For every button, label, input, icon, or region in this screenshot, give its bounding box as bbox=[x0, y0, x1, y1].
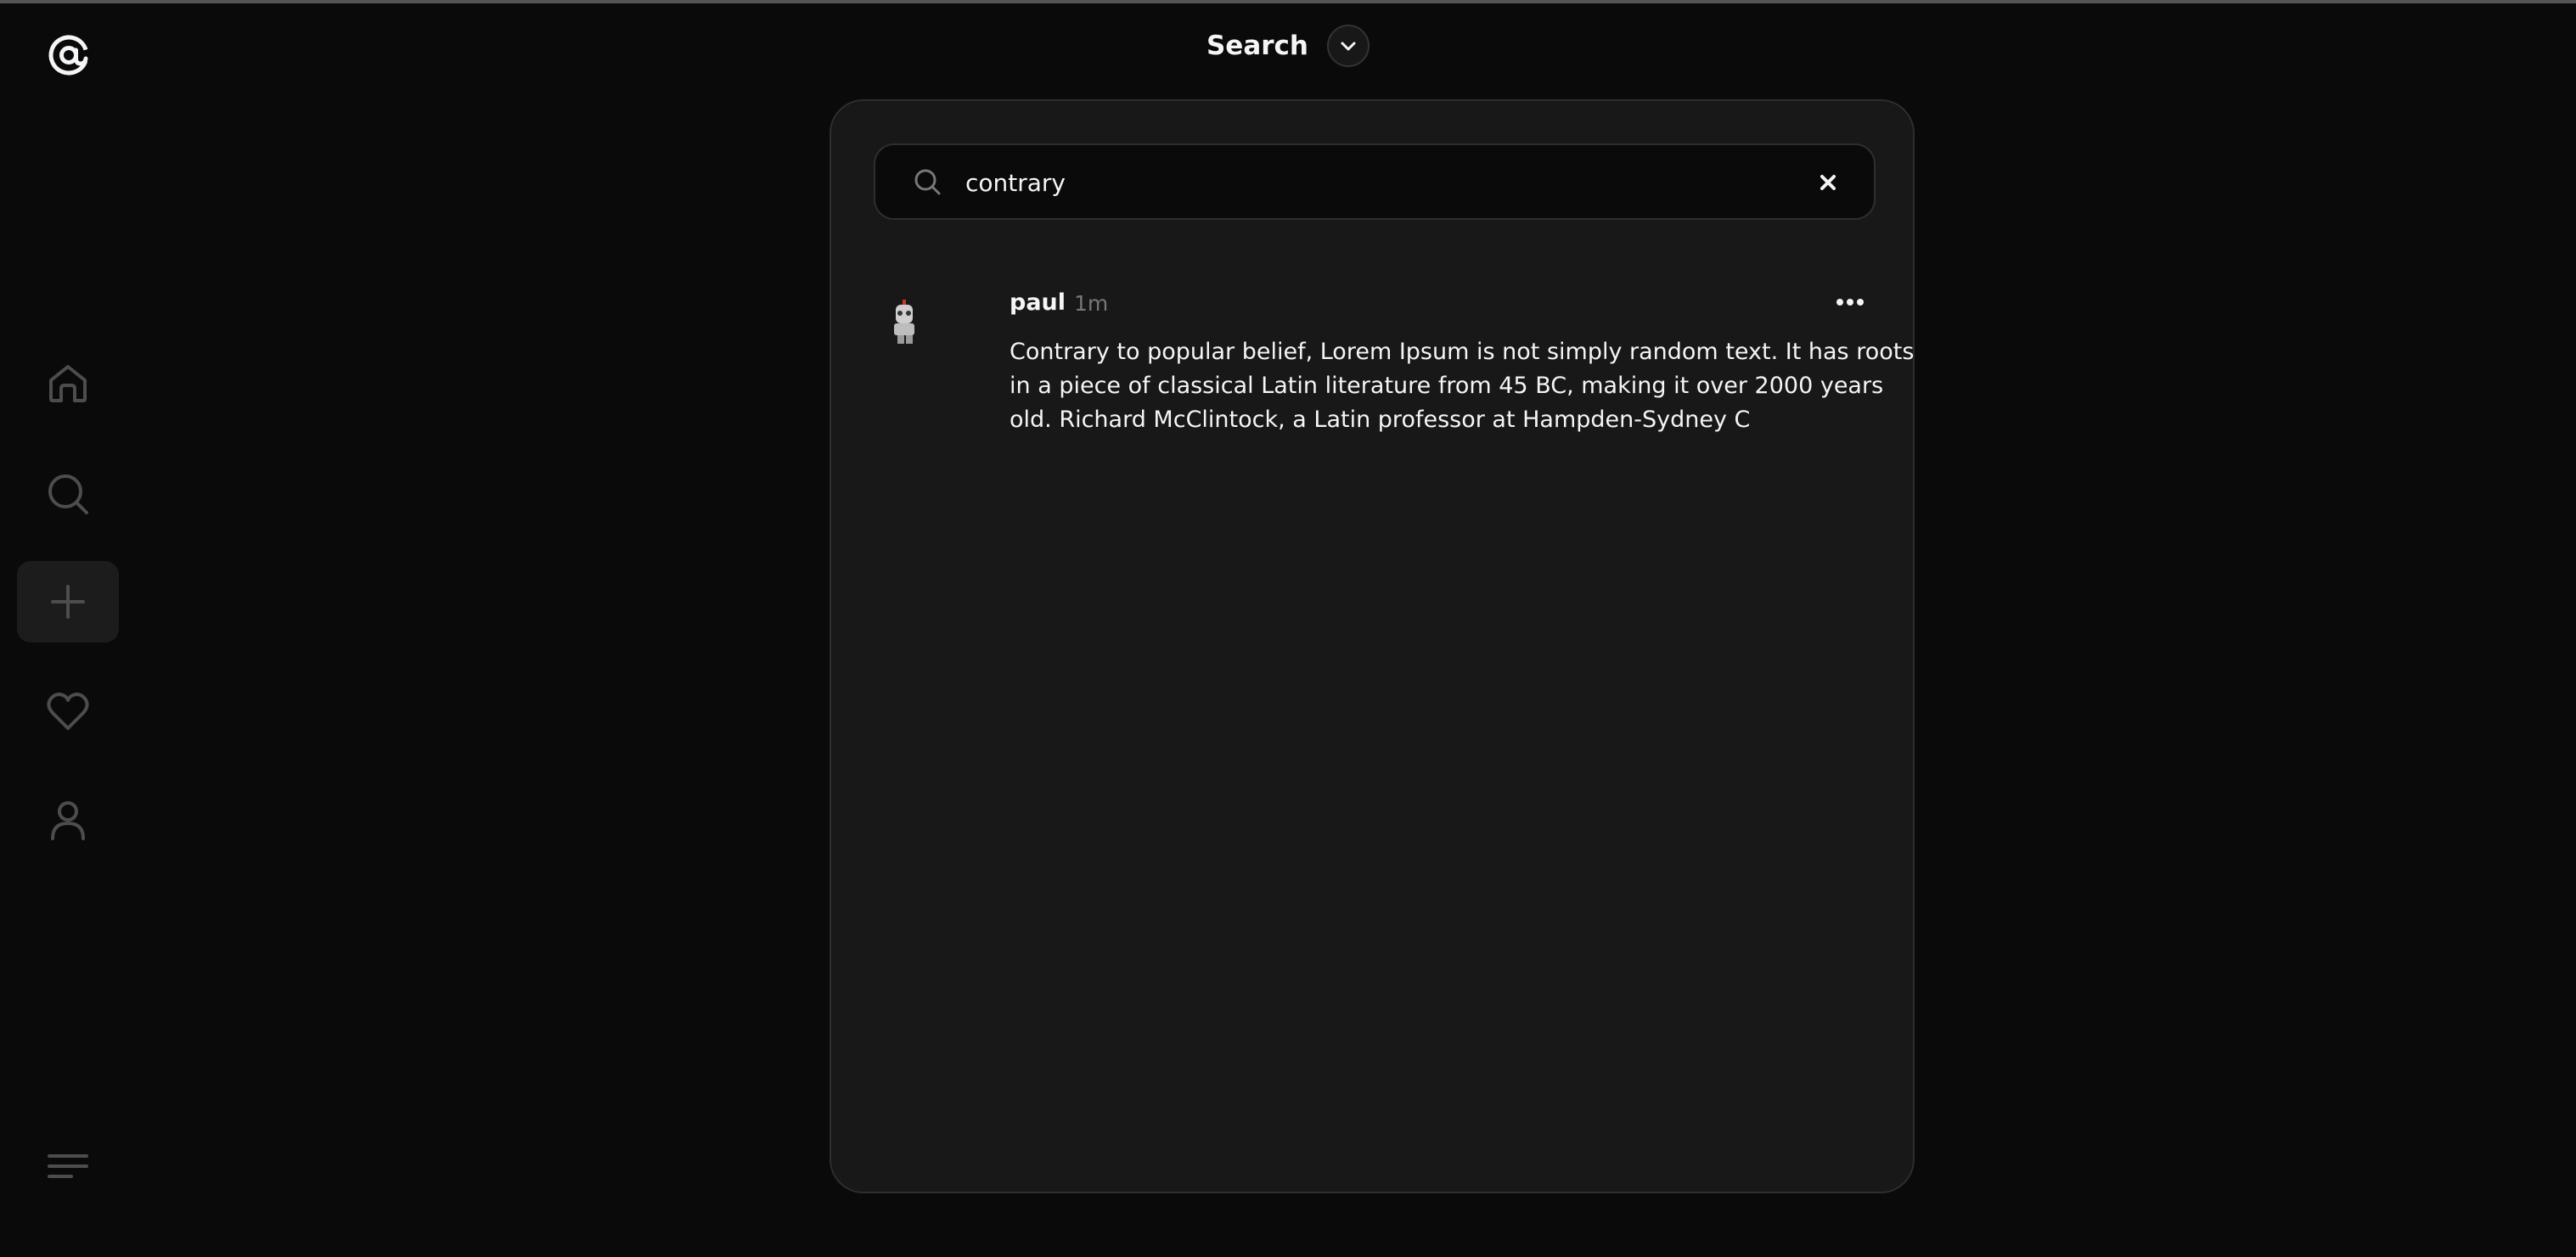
top-border bbox=[0, 0, 2576, 3]
page-header: Search bbox=[0, 20, 2576, 71]
heart-icon bbox=[47, 693, 89, 730]
search-icon bbox=[48, 474, 88, 514]
sidebar-item-create[interactable] bbox=[17, 561, 119, 643]
post-body-text: Contrary to popular belief, Lorem Ipsum … bbox=[1010, 339, 1915, 433]
close-icon bbox=[1820, 175, 1836, 190]
search-panel: paul 1m Contrary to popular belief, Lore… bbox=[830, 99, 1915, 1193]
menu-button[interactable] bbox=[17, 1125, 119, 1207]
more-options-icon bbox=[1836, 299, 1864, 306]
plus-icon bbox=[51, 585, 85, 619]
clear-search-button[interactable] bbox=[1814, 169, 1842, 196]
chevron-down-icon bbox=[1341, 42, 1356, 51]
avatar[interactable] bbox=[874, 289, 936, 352]
hamburger-menu-icon bbox=[48, 1154, 88, 1178]
sidebar-item-search[interactable] bbox=[17, 453, 119, 535]
post-timestamp: 1m bbox=[1074, 291, 1109, 316]
view-options-button[interactable] bbox=[1327, 25, 1370, 67]
sidebar-item-home[interactable] bbox=[17, 343, 119, 424]
person-icon bbox=[51, 801, 85, 840]
search-input[interactable] bbox=[964, 145, 1782, 220]
search-input-icon bbox=[913, 167, 943, 198]
home-icon bbox=[49, 365, 87, 402]
search-bar bbox=[874, 143, 1876, 220]
sidebar-item-profile[interactable] bbox=[17, 779, 119, 861]
post-username[interactable]: paul bbox=[1010, 289, 1066, 316]
sidebar-item-activity[interactable] bbox=[17, 671, 119, 752]
page-title: Search bbox=[1206, 31, 1308, 61]
post-more-button[interactable] bbox=[1833, 289, 1867, 315]
